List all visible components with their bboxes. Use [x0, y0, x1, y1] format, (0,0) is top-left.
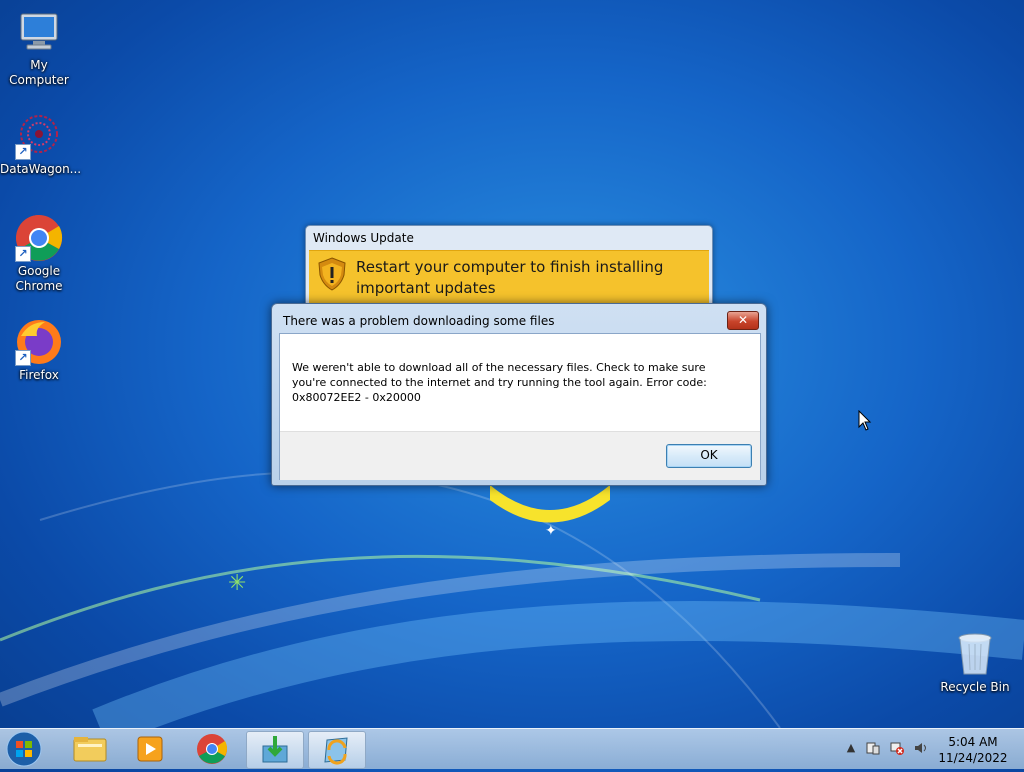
window-title: Windows Update — [313, 231, 414, 245]
shortcut-arrow-icon: ↗ — [15, 350, 31, 366]
datawagon-icon: ↗ — [15, 112, 63, 160]
download-tool-icon — [262, 736, 288, 763]
desktop-icon-datawagon[interactable]: ↗ DataWagon... — [0, 112, 82, 177]
firefox-icon: ↗ — [15, 318, 63, 366]
computer-icon — [15, 8, 63, 56]
clock-date: 11/24/2022 — [938, 751, 1008, 765]
desktop-icon-my-computer[interactable]: My Computer — [0, 8, 78, 88]
network-error-icon[interactable] — [890, 741, 904, 755]
taskbar-chrome-button[interactable] — [184, 731, 240, 767]
desktop-icon-label: DataWagon... — [0, 162, 82, 176]
error-dialog[interactable]: There was a problem downloading some fil… — [271, 303, 767, 486]
close-button[interactable]: ✕ — [727, 311, 759, 330]
update-banner[interactable]: Restart your computer to finish installi… — [309, 250, 709, 305]
svg-text:✳: ✳ — [228, 571, 246, 596]
ok-button[interactable]: OK — [666, 444, 752, 468]
mouse-cursor-icon — [858, 410, 872, 431]
dialog-title: There was a problem downloading some fil… — [283, 314, 555, 328]
chrome-icon — [197, 734, 228, 764]
desktop-icon-label: Firefox — [19, 368, 59, 382]
taskbar-media-tool-button[interactable] — [246, 731, 304, 769]
media-player-icon — [137, 736, 163, 762]
windows-update-icon — [324, 737, 348, 765]
desktop-icon-recycle-bin[interactable]: Recycle Bin — [936, 630, 1014, 695]
taskbar: ▲ 5:04 AM 11/24/2022 — [0, 728, 1024, 769]
desktop-icon-label: My Computer — [9, 58, 69, 87]
start-button[interactable] — [4, 730, 44, 768]
update-message: Restart your computer to finish installi… — [356, 258, 664, 297]
desktop-icon-firefox[interactable]: ↗ Firefox — [0, 318, 78, 383]
folder-icon — [73, 737, 107, 762]
recycle-bin-icon — [951, 630, 999, 678]
error-message: We weren't able to download all of the n… — [292, 361, 707, 404]
clock[interactable]: 5:04 AM 11/24/2022 — [932, 734, 1014, 766]
chrome-icon: ↗ — [15, 214, 63, 262]
shortcut-arrow-icon: ↗ — [15, 246, 31, 262]
show-hidden-icons-icon[interactable]: ▲ — [844, 741, 858, 755]
taskbar-windows-update-button[interactable] — [308, 731, 366, 769]
windows-update-window[interactable]: Windows Update Restart your computer to … — [305, 225, 713, 307]
action-center-icon[interactable] — [866, 741, 880, 755]
desktop-icon-label: Recycle Bin — [940, 680, 1010, 694]
desktop-icon-google-chrome[interactable]: ↗ Google Chrome — [0, 214, 78, 294]
taskbar-media-player-button[interactable] — [122, 731, 178, 767]
dialog-content: We weren't able to download all of the n… — [279, 333, 761, 480]
svg-text:✦: ✦ — [545, 523, 557, 539]
clock-time: 5:04 AM — [948, 735, 998, 749]
dialog-footer: OK — [280, 431, 760, 480]
taskbar-explorer-button[interactable] — [62, 731, 118, 767]
shortcut-arrow-icon: ↗ — [15, 144, 31, 160]
desktop-icon-label: Google Chrome — [15, 264, 63, 293]
shield-warning-icon — [317, 257, 347, 291]
volume-icon[interactable] — [914, 741, 928, 755]
